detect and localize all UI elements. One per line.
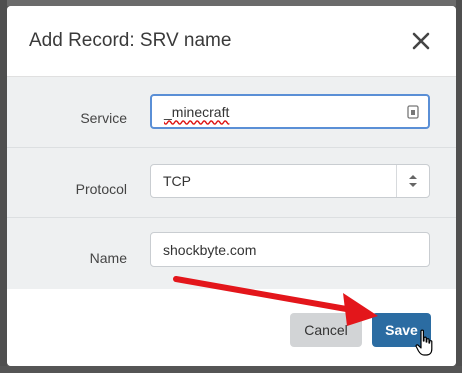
dialog-header: Add Record: SRV name bbox=[7, 6, 456, 77]
name-label: Name bbox=[89, 250, 127, 266]
background-page-right bbox=[456, 0, 462, 373]
background-page-bottom bbox=[0, 366, 462, 373]
protocol-select[interactable]: TCP bbox=[150, 164, 430, 198]
background-page-left bbox=[0, 0, 7, 373]
name-row: Name shockbyte.com bbox=[7, 217, 456, 269]
protocol-row: Protocol TCP bbox=[7, 147, 456, 199]
password-manager-icon[interactable] bbox=[407, 105, 419, 122]
add-record-dialog: Add Record: SRV name Service _minecraft bbox=[7, 6, 456, 366]
cancel-button[interactable]: Cancel bbox=[290, 313, 362, 347]
protocol-label: Protocol bbox=[75, 181, 127, 197]
hand-cursor-icon bbox=[415, 329, 433, 356]
dialog-footer: Cancel Save bbox=[7, 289, 456, 366]
dialog-body: Service _minecraft Protocol TCP Name sho… bbox=[7, 77, 456, 289]
close-button[interactable] bbox=[410, 30, 432, 52]
service-input[interactable]: _minecraft bbox=[150, 94, 430, 129]
close-icon bbox=[412, 32, 430, 50]
protocol-value: TCP bbox=[163, 173, 191, 189]
service-label: Service bbox=[80, 110, 127, 126]
dialog-title: Add Record: SRV name bbox=[29, 30, 232, 51]
service-row: Service _minecraft bbox=[7, 77, 456, 129]
select-arrows-icon bbox=[396, 165, 429, 197]
name-value: shockbyte.com bbox=[163, 241, 257, 258]
name-input[interactable]: shockbyte.com bbox=[150, 232, 430, 267]
service-value: _minecraft bbox=[164, 103, 230, 120]
